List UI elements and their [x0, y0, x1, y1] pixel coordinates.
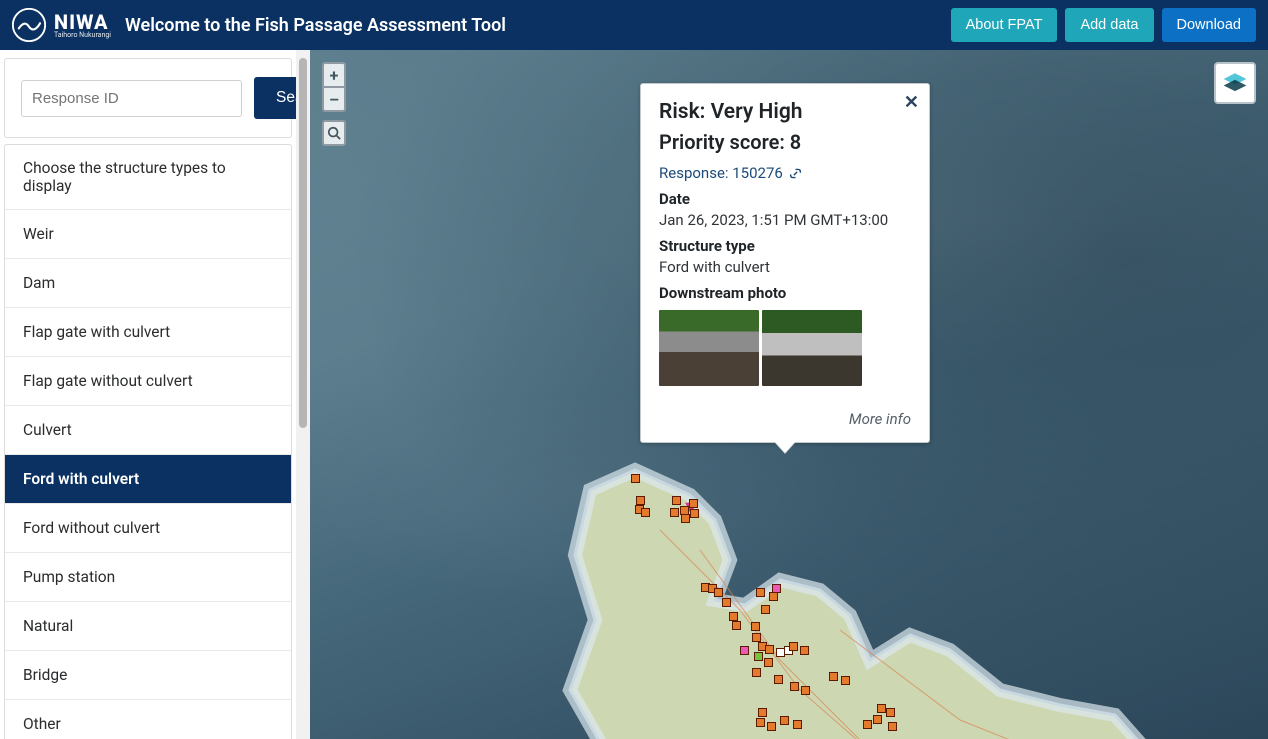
map-marker[interactable]	[714, 588, 723, 597]
response-id-input[interactable]	[21, 80, 242, 117]
popup-structure-value: Ford with culvert	[659, 258, 911, 276]
map-marker[interactable]	[722, 598, 731, 607]
downstream-photo-1[interactable]	[659, 310, 759, 386]
page-title: Welcome to the Fish Passage Assessment T…	[125, 15, 506, 36]
map-marker[interactable]	[780, 716, 789, 725]
more-info-link[interactable]: More info	[659, 410, 911, 428]
popup-photos	[659, 310, 911, 386]
map-marker[interactable]	[756, 588, 765, 597]
popup-photo-label: Downstream photo	[659, 284, 911, 302]
about-fpat-button[interactable]: About FPAT	[951, 8, 1058, 42]
popup-priority: Priority score: 8	[659, 130, 911, 154]
map-marker[interactable]	[754, 652, 763, 661]
map-marker[interactable]	[670, 508, 679, 517]
map-marker[interactable]	[672, 496, 681, 505]
map-marker[interactable]	[774, 675, 783, 684]
popup-structure-label: Structure type	[659, 237, 911, 255]
map-marker[interactable]	[765, 645, 774, 654]
sidebar-scroll-thumb[interactable]	[299, 58, 307, 428]
downstream-photo-2[interactable]	[762, 310, 862, 386]
map-marker[interactable]	[863, 720, 872, 729]
feature-popup: ✕ Risk: Very High Priority score: 8 Resp…	[640, 83, 930, 443]
map-marker[interactable]	[767, 722, 776, 731]
search-button[interactable]: Search	[254, 77, 296, 119]
map-marker[interactable]	[752, 633, 761, 642]
map-marker[interactable]	[769, 592, 778, 601]
map-marker[interactable]	[756, 718, 765, 727]
structure-type-item[interactable]: Bridge	[5, 651, 291, 700]
map-marker[interactable]	[732, 621, 741, 630]
structure-types-header: Choose the structure types to display	[5, 145, 291, 210]
structure-type-item[interactable]: Ford with culvert	[5, 455, 291, 504]
map-marker[interactable]	[764, 658, 773, 667]
add-data-button[interactable]: Add data	[1065, 8, 1153, 42]
zoom-controls: + –	[322, 62, 346, 112]
brand-subtitle: Taihoro Nukurangi	[54, 32, 111, 39]
structure-type-item[interactable]: Culvert	[5, 406, 291, 455]
map-marker[interactable]	[641, 508, 650, 517]
map-marker[interactable]	[829, 672, 838, 681]
map-marker[interactable]	[789, 642, 798, 651]
coastline	[540, 460, 1268, 739]
popup-date-value: Jan 26, 2023, 1:51 PM GMT+13:00	[659, 211, 911, 229]
structure-type-item[interactable]: Ford without culvert	[5, 504, 291, 553]
zoom-out-button[interactable]: –	[324, 86, 344, 110]
download-button[interactable]: Download	[1162, 8, 1257, 42]
popup-response-link[interactable]: Response: 150276	[659, 164, 911, 182]
structure-types-card: Choose the structure types to display We…	[4, 144, 292, 739]
map-marker[interactable]	[636, 496, 645, 505]
map-marker[interactable]	[689, 499, 698, 508]
structure-type-item[interactable]: Weir	[5, 210, 291, 259]
map-marker[interactable]	[751, 622, 760, 631]
brand-name: NIWA	[54, 12, 111, 32]
map-marker[interactable]	[877, 704, 886, 713]
map-marker[interactable]	[729, 612, 738, 621]
layers-icon	[1222, 70, 1248, 96]
map-marker[interactable]	[761, 605, 770, 614]
map-marker[interactable]	[752, 668, 761, 677]
map-marker[interactable]	[888, 722, 897, 731]
map-marker[interactable]	[681, 514, 690, 523]
structure-type-item[interactable]: Flap gate with culvert	[5, 308, 291, 357]
sidebar-scrollbar[interactable]	[296, 50, 310, 739]
map-marker[interactable]	[800, 646, 809, 655]
niwa-logo-icon	[12, 8, 46, 42]
brand-block: NIWA Taihoro Nukurangi	[12, 8, 111, 42]
map-marker[interactable]	[690, 509, 699, 518]
search-icon	[327, 126, 341, 140]
map-marker[interactable]	[886, 708, 895, 717]
map-marker[interactable]	[793, 720, 802, 729]
map-marker[interactable]	[758, 708, 767, 717]
map-marker[interactable]	[740, 646, 749, 655]
layers-button[interactable]	[1214, 62, 1256, 104]
structure-type-item[interactable]: Flap gate without culvert	[5, 357, 291, 406]
map-marker[interactable]	[801, 686, 810, 695]
map-marker[interactable]	[790, 682, 799, 691]
structure-type-item[interactable]: Pump station	[5, 553, 291, 602]
structure-type-item[interactable]: Dam	[5, 259, 291, 308]
search-card: Search	[4, 58, 292, 138]
structure-type-item[interactable]: Natural	[5, 602, 291, 651]
zoom-in-button[interactable]: +	[324, 64, 344, 86]
map-viewport[interactable]: ▼ + – ✕ Risk: Very High Priority score: …	[310, 50, 1268, 739]
popup-date-label: Date	[659, 190, 911, 208]
link-icon	[789, 167, 802, 180]
map-marker[interactable]	[841, 676, 850, 685]
popup-risk: Risk: Very High	[659, 100, 911, 124]
popup-close-button[interactable]: ✕	[904, 92, 919, 113]
structure-type-item[interactable]: Other	[5, 700, 291, 739]
app-header: NIWA Taihoro Nukurangi Welcome to the Fi…	[0, 0, 1268, 50]
map-marker[interactable]	[631, 474, 640, 483]
map-search-button[interactable]	[322, 120, 346, 146]
sidebar: Search Choose the structure types to dis…	[0, 50, 310, 739]
map-marker[interactable]	[873, 715, 882, 724]
